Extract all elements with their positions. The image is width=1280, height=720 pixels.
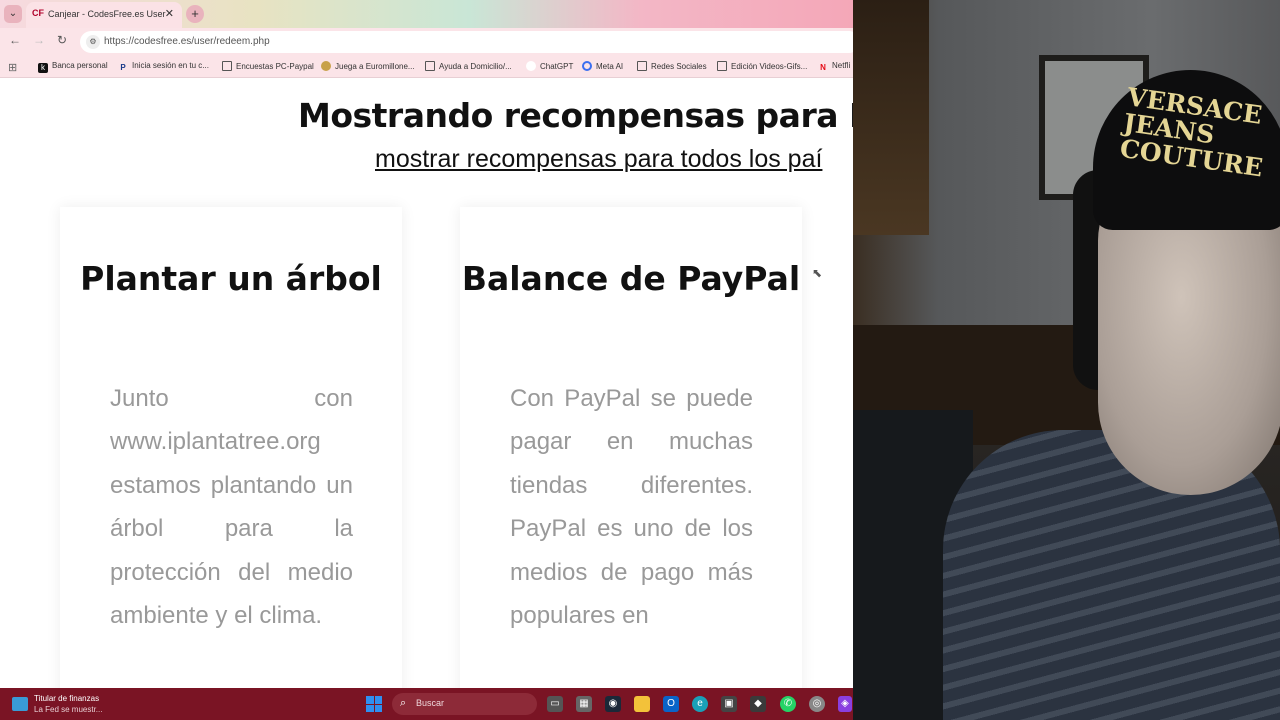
reload-icon[interactable]: ↻ (53, 33, 71, 47)
webcam-door (853, 0, 929, 235)
windows-start-icon[interactable] (366, 696, 382, 712)
apps-grid-icon[interactable]: ⊞ (8, 61, 17, 74)
forward-icon[interactable]: → (30, 33, 48, 47)
bookmark-folder[interactable]: Edición Videos-Gifs... (717, 61, 807, 71)
search-icon: ⌕ (400, 697, 407, 709)
bookmark-item[interactable]: k Banca personal (38, 61, 108, 73)
taskbar-search[interactable]: ⌕ Buscar (392, 693, 537, 715)
news-headline[interactable]: Titular de finanzas (34, 694, 99, 703)
card-title: Plantar un árbol (80, 259, 382, 298)
show-all-countries-link[interactable]: mostrar recompensas para todos los paí (375, 145, 822, 174)
bookmark-item[interactable]: P Inicia sesión en tu c... (118, 61, 209, 73)
card-title: Balance de PayPal (461, 259, 801, 298)
mouse-cursor-icon: ⬉ (812, 266, 823, 280)
reward-card-paypal[interactable]: Balance de PayPal Con PayPal se puede pa… (460, 207, 802, 688)
folder-icon (222, 61, 232, 71)
folder-icon (637, 61, 647, 71)
back-icon[interactable]: ← (6, 33, 24, 47)
whatsapp-icon[interactable]: ✆ (780, 696, 796, 712)
game-icon[interactable]: ◆ (750, 696, 766, 712)
page-title: Mostrando recompensas para E (298, 96, 853, 135)
bookmarks-bar: ⊞ k Banca personal P Inicia sesión en tu c… (0, 56, 853, 78)
chatgpt-icon (526, 61, 536, 71)
card-description: Con PayPal se puede pagar en muchas tien… (510, 385, 753, 630)
site-info-icon[interactable]: ⚙ (86, 35, 100, 49)
bookmark-folder[interactable]: Redes Sociales (637, 61, 707, 71)
store-icon[interactable]: ▣ (721, 696, 737, 712)
folder-icon (425, 61, 435, 71)
news-subtitle[interactable]: La Fed se muestr... (34, 705, 102, 714)
news-widget-icon[interactable] (12, 697, 28, 711)
bookmark-folder[interactable]: Ayuda a Domicilio/... (425, 61, 512, 71)
card-description: Junto con www.iplantatree.org estamos pl… (110, 385, 353, 630)
reward-card-tree[interactable]: Plantar un árbol Junto con www.iplantatr… (60, 207, 402, 688)
bookmark-item[interactable]: Meta AI (582, 61, 623, 71)
app-icon[interactable]: ◈ (838, 696, 852, 712)
bookmark-item[interactable]: N Netfli (818, 61, 850, 73)
task-view-icon[interactable]: ▭ (547, 696, 563, 712)
search-placeholder: Buscar (416, 698, 445, 708)
tab-search-chevron-icon[interactable]: ⌄ (4, 5, 22, 23)
webcam-overlay: VERSACE JEANS COUTURE (853, 0, 1280, 720)
tab-active[interactable]: CF Canjear - CodesFree.es User ✕ (26, 2, 182, 28)
bookmark-item[interactable]: ChatGPT (526, 61, 573, 71)
outlook-icon[interactable]: O (663, 696, 679, 712)
page-content: Mostrando recompensas para E mostrar rec… (0, 79, 853, 688)
netflix-icon: N (820, 63, 826, 72)
close-icon[interactable]: ✕ (165, 7, 174, 20)
meta-ai-icon (582, 61, 592, 71)
bookmark-folder[interactable]: Encuestas PC-Paypal (222, 61, 314, 71)
new-tab-button[interactable]: + (186, 5, 204, 23)
steam-icon[interactable]: ◉ (605, 696, 621, 712)
tab-bar: ⌄ CF Canjear - CodesFree.es User ✕ + (0, 0, 853, 28)
tab-title: Canjear - CodesFree.es User (48, 9, 166, 19)
calculator-icon[interactable]: ▦ (576, 696, 592, 712)
folder-icon (717, 61, 727, 71)
edge-icon[interactable]: e (692, 696, 708, 712)
address-bar[interactable]: ⚙ https://codesfree.es/user/redeem.php (80, 31, 853, 53)
file-explorer-icon[interactable] (634, 696, 650, 712)
chrome-icon[interactable]: ◎ (809, 696, 825, 712)
favicon-icon: CF (32, 8, 44, 18)
globe-icon (321, 61, 331, 71)
browser-window: ⌄ CF Canjear - CodesFree.es User ✕ + ← →… (0, 0, 853, 688)
bookmark-item[interactable]: Juega a Euromillone... (321, 61, 415, 71)
browser-toolbar: ← → ↻ ⚙ https://codesfree.es/user/redeem… (0, 28, 853, 56)
windows-taskbar: Titular de finanzas La Fed se muestr... … (0, 688, 853, 720)
bank-logo-icon: k (38, 63, 48, 73)
paypal-icon: P (120, 63, 126, 72)
url-text[interactable]: https://codesfree.es/user/redeem.php (104, 36, 270, 47)
